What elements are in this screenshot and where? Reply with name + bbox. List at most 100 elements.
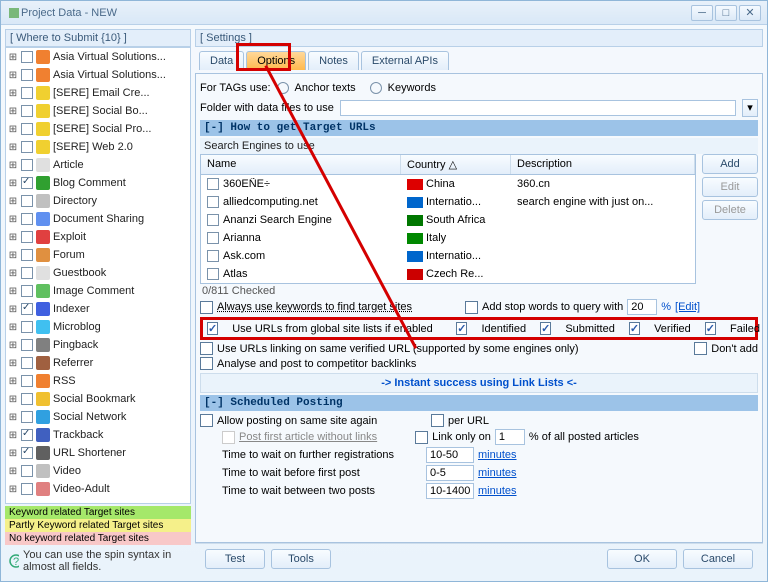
section-target-urls[interactable]: [-] How to get Target URLs <box>200 120 758 136</box>
tree-item[interactable]: ⊞Document Sharing <box>6 210 190 228</box>
expand-icon[interactable]: ⊞ <box>8 376 18 387</box>
tree-checkbox[interactable] <box>21 375 33 387</box>
tree-checkbox[interactable] <box>21 231 33 243</box>
cancel-button[interactable]: Cancel <box>683 549 753 569</box>
minutes-2[interactable]: minutes <box>478 467 517 479</box>
tree-checkbox[interactable] <box>21 393 33 405</box>
expand-icon[interactable]: ⊞ <box>8 232 18 243</box>
expand-icon[interactable]: ⊞ <box>8 106 18 117</box>
tree-checkbox[interactable] <box>21 321 33 333</box>
tree-checkbox[interactable] <box>21 303 33 315</box>
chk-add-stop[interactable] <box>465 301 478 314</box>
chk-submitted[interactable] <box>540 322 551 335</box>
tab-data[interactable]: Data <box>199 51 244 70</box>
tree-checkbox[interactable] <box>21 339 33 351</box>
tab-external-apis[interactable]: External APIs <box>361 51 449 70</box>
tree-item[interactable]: ⊞Asia Virtual Solutions... <box>6 66 190 84</box>
radio-anchor[interactable] <box>277 82 289 94</box>
tree-checkbox[interactable] <box>21 213 33 225</box>
expand-icon[interactable]: ⊞ <box>8 394 18 405</box>
col-country[interactable]: Country △ <box>401 155 511 174</box>
tree-checkbox[interactable] <box>21 177 33 189</box>
expand-icon[interactable]: ⊞ <box>8 178 18 189</box>
tree-item[interactable]: ⊞[SERE] Social Bo... <box>6 102 190 120</box>
tab-options[interactable]: Options <box>246 51 306 70</box>
chk-identified[interactable] <box>456 322 467 335</box>
tree-item[interactable]: ⊞Blog Comment <box>6 174 190 192</box>
chk-per-url[interactable] <box>431 414 444 427</box>
engine-row[interactable]: Ananzi Search EngineSouth Africa <box>201 211 695 229</box>
tree-checkbox[interactable] <box>21 483 33 495</box>
tab-notes[interactable]: Notes <box>308 51 359 70</box>
edit-link[interactable]: [Edit] <box>675 301 700 313</box>
engine-checkbox[interactable] <box>207 232 219 244</box>
tree-item[interactable]: ⊞[SERE] Email Cre... <box>6 84 190 102</box>
wait-between-input[interactable] <box>426 483 474 499</box>
chk-analyse[interactable] <box>200 357 213 370</box>
expand-icon[interactable]: ⊞ <box>8 448 18 459</box>
engine-checkbox[interactable] <box>207 268 219 280</box>
folder-dropdown[interactable]: ▾ <box>742 99 758 117</box>
tree-checkbox[interactable] <box>21 267 33 279</box>
engine-row[interactable]: alliedcomputing.netInternatio...search e… <box>201 193 695 211</box>
chk-use-global[interactable] <box>207 322 218 335</box>
tree-checkbox[interactable] <box>21 159 33 171</box>
expand-icon[interactable]: ⊞ <box>8 466 18 477</box>
tree-item[interactable]: ⊞Article <box>6 156 190 174</box>
chk-verified[interactable] <box>629 322 640 335</box>
edit-button[interactable]: Edit <box>702 177 758 197</box>
search-engines-grid[interactable]: Name Country △ Description 360EÑE÷China3… <box>200 154 696 284</box>
tree-item[interactable]: ⊞Social Network <box>6 408 190 426</box>
chk-always-keywords[interactable] <box>200 301 213 314</box>
expand-icon[interactable]: ⊞ <box>8 304 18 315</box>
tree-checkbox[interactable] <box>21 249 33 261</box>
tree-item[interactable]: ⊞Guestbook <box>6 264 190 282</box>
col-name[interactable]: Name <box>201 155 401 174</box>
engine-checkbox[interactable] <box>207 196 219 208</box>
minutes-3[interactable]: minutes <box>478 485 517 497</box>
tree-item[interactable]: ⊞Microblog <box>6 318 190 336</box>
tree-item[interactable]: ⊞Indexer <box>6 300 190 318</box>
tree-item[interactable]: ⊞Referrer <box>6 354 190 372</box>
engine-row[interactable]: Ask.comInternatio... <box>201 247 695 265</box>
tree-item[interactable]: ⊞Video-Adult <box>6 480 190 498</box>
chk-failed[interactable] <box>705 322 716 335</box>
tree-checkbox[interactable] <box>21 69 33 81</box>
engine-checkbox[interactable] <box>207 250 219 262</box>
tree-checkbox[interactable] <box>21 87 33 99</box>
test-button[interactable]: Test <box>205 549 265 569</box>
tree-item[interactable]: ⊞Forum <box>6 246 190 264</box>
expand-icon[interactable]: ⊞ <box>8 160 18 171</box>
chk-dont-add[interactable] <box>694 342 707 355</box>
tree-item[interactable]: ⊞Social Bookmark <box>6 390 190 408</box>
expand-icon[interactable]: ⊞ <box>8 124 18 135</box>
tree-item[interactable]: ⊞RSS <box>6 372 190 390</box>
radio-keywords[interactable] <box>370 82 382 94</box>
engine-tree[interactable]: ⊞Asia Virtual Solutions...⊞Asia Virtual … <box>5 47 191 504</box>
close-button[interactable]: ✕ <box>739 5 761 21</box>
tree-checkbox[interactable] <box>21 357 33 369</box>
tree-checkbox[interactable] <box>21 105 33 117</box>
tree-item[interactable]: ⊞URL Shortener <box>6 444 190 462</box>
chk-link-only[interactable] <box>415 431 428 444</box>
ok-button[interactable]: OK <box>607 549 677 569</box>
expand-icon[interactable]: ⊞ <box>8 142 18 153</box>
expand-icon[interactable]: ⊞ <box>8 322 18 333</box>
tree-checkbox[interactable] <box>21 195 33 207</box>
tree-checkbox[interactable] <box>21 411 33 423</box>
maximize-button[interactable]: □ <box>715 5 737 21</box>
tree-item[interactable]: ⊞Asia Virtual Solutions... <box>6 48 190 66</box>
chk-allow-same[interactable] <box>200 414 213 427</box>
chk-use-same-url[interactable] <box>200 342 213 355</box>
col-description[interactable]: Description <box>511 155 695 174</box>
tree-item[interactable]: ⊞Exploit <box>6 228 190 246</box>
wait-first-input[interactable] <box>426 465 474 481</box>
add-button[interactable]: Add <box>702 154 758 174</box>
engine-checkbox[interactable] <box>207 178 219 190</box>
tree-checkbox[interactable] <box>21 447 33 459</box>
expand-icon[interactable]: ⊞ <box>8 52 18 63</box>
expand-icon[interactable]: ⊞ <box>8 412 18 423</box>
expand-icon[interactable]: ⊞ <box>8 88 18 99</box>
expand-icon[interactable]: ⊞ <box>8 286 18 297</box>
expand-icon[interactable]: ⊞ <box>8 340 18 351</box>
